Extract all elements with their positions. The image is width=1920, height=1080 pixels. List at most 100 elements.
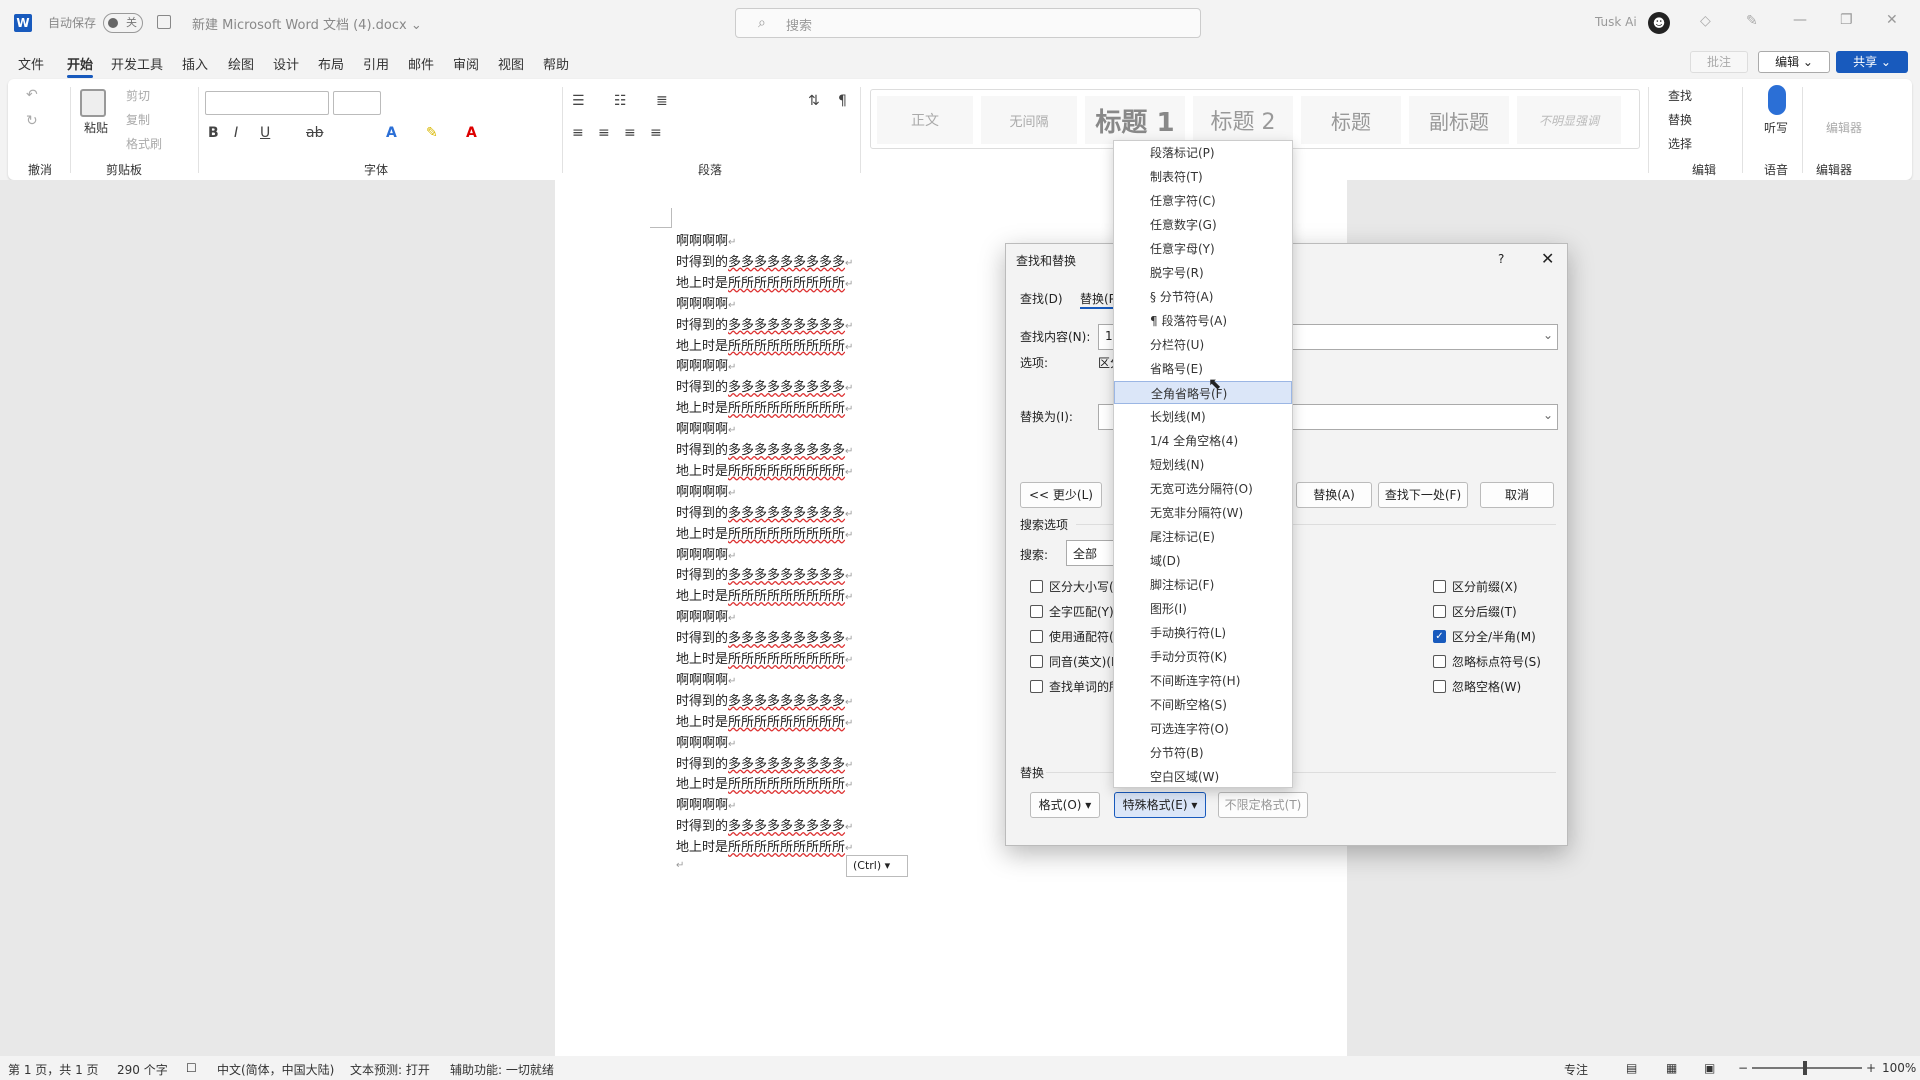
style-subtle-emphasis[interactable]: 不明显强调: [1517, 96, 1621, 144]
style-title[interactable]: 标题: [1301, 96, 1401, 144]
align-right-icon[interactable]: ≡: [624, 125, 636, 141]
highlight-icon[interactable]: ✎: [426, 125, 438, 141]
document-line[interactable]: 时得到的多多多多多多多多多↵: [676, 815, 853, 834]
tab-view[interactable]: 视图: [498, 54, 524, 73]
special-menu-item[interactable]: 手动分页符(K): [1114, 645, 1292, 668]
zoom-level[interactable]: 100%: [1882, 1061, 1916, 1075]
document-line[interactable]: 时得到的多多多多多多多多多↵: [676, 376, 853, 395]
proofing-icon[interactable]: ☐: [186, 1061, 197, 1075]
document-line[interactable]: 啊啊啊啊↵: [676, 481, 736, 500]
dictate-label[interactable]: 听写: [1764, 119, 1788, 136]
option-checkbox[interactable]: 使用通配符(: [1030, 628, 1114, 645]
document-line[interactable]: 时得到的多多多多多多多多多↵: [676, 502, 853, 521]
dialog-help-button[interactable]: ?: [1498, 252, 1504, 266]
focus-button[interactable]: 专注: [1564, 1061, 1588, 1078]
special-menu-item[interactable]: 制表符(T): [1114, 165, 1292, 188]
document-line[interactable]: 地上时是所所所所所所所所所↵: [676, 836, 853, 855]
option-checkbox[interactable]: 忽略标点符号(S): [1433, 653, 1541, 670]
undo-icon[interactable]: ↶: [26, 87, 38, 103]
special-menu-item[interactable]: 任意数字(G): [1114, 213, 1292, 236]
empty-paragraph[interactable]: ↵: [676, 857, 684, 872]
special-menu-item[interactable]: 分节符(B): [1114, 741, 1292, 764]
special-format-button[interactable]: 特殊格式(E) ▾: [1114, 792, 1206, 818]
document-line[interactable]: 时得到的多多多多多多多多多↵: [676, 564, 853, 583]
italic-icon[interactable]: I: [234, 125, 238, 141]
font-size-combo[interactable]: [333, 91, 381, 115]
option-checkbox[interactable]: 全字匹配(Y): [1030, 603, 1114, 620]
tab-layout[interactable]: 布局: [318, 54, 344, 73]
style-subtitle[interactable]: 副标题: [1409, 96, 1509, 144]
replace-all-button[interactable]: 替换(A): [1296, 482, 1372, 508]
tab-developer[interactable]: 开发工具: [111, 54, 163, 73]
special-menu-item[interactable]: 不间断连字符(H): [1114, 669, 1292, 692]
close-window-icon[interactable]: ✕: [1886, 12, 1898, 28]
font-name-combo[interactable]: [205, 91, 329, 115]
search-input[interactable]: ⌕ 搜索: [735, 8, 1201, 38]
language-status[interactable]: 中文(简体，中国大陆): [217, 1061, 334, 1078]
diamond-icon[interactable]: ◇: [1700, 13, 1711, 29]
save-icon[interactable]: [157, 15, 171, 29]
sort-icon[interactable]: ⇅: [808, 93, 820, 109]
document-line[interactable]: 啊啊啊啊↵: [676, 230, 736, 249]
chevron-down-icon[interactable]: ⌄: [1543, 408, 1553, 422]
tab-find[interactable]: 查找(D): [1020, 290, 1063, 307]
document-line[interactable]: 地上时是所所所所所所所所所↵: [676, 648, 853, 667]
document-line[interactable]: 地上时是所所所所所所所所所↵: [676, 585, 853, 604]
text-prediction-status[interactable]: 文本预测: 打开: [350, 1061, 430, 1078]
option-checkbox[interactable]: 区分后缀(T): [1433, 603, 1517, 620]
align-center-icon[interactable]: ≡: [598, 125, 610, 141]
special-menu-item[interactable]: 长划线(M): [1114, 405, 1292, 428]
tab-insert[interactable]: 插入: [182, 54, 208, 73]
dialog-close-button[interactable]: ✕: [1541, 249, 1554, 268]
style-normal[interactable]: 正文: [877, 96, 973, 144]
special-menu-item[interactable]: § 分节符(A): [1114, 285, 1292, 308]
show-marks-icon[interactable]: ¶: [838, 93, 847, 109]
pen-icon[interactable]: ✎: [1746, 13, 1758, 29]
minimize-icon[interactable]: —: [1793, 12, 1807, 28]
special-menu-item[interactable]: 全角省略号(F): [1114, 381, 1292, 404]
share-button[interactable]: 共享 ⌄: [1836, 51, 1908, 73]
zoom-slider-thumb[interactable]: [1803, 1061, 1807, 1075]
document-line[interactable]: 地上时是所所所所所所所所所↵: [676, 335, 853, 354]
special-menu-item[interactable]: 不间断空格(S): [1114, 693, 1292, 716]
tab-home[interactable]: 开始: [67, 54, 94, 78]
document-line[interactable]: 地上时是所所所所所所所所所↵: [676, 523, 853, 542]
document-line[interactable]: 地上时是所所所所所所所所所↵: [676, 773, 853, 792]
underline-icon[interactable]: U: [260, 125, 270, 141]
document-line[interactable]: 地上时是所所所所所所所所所↵: [676, 397, 853, 416]
replace-button[interactable]: 替换: [1668, 111, 1692, 128]
word-count[interactable]: 290 个字: [117, 1061, 168, 1078]
paste-icon[interactable]: [80, 89, 106, 117]
option-checkbox[interactable]: ✓ 区分全/半角(M): [1433, 628, 1536, 645]
document-line[interactable]: 啊啊啊啊↵: [676, 544, 736, 563]
special-menu-item[interactable]: 1/4 全角空格(4): [1114, 429, 1292, 452]
document-line[interactable]: 时得到的多多多多多多多多多↵: [676, 690, 853, 709]
tab-draw[interactable]: 绘图: [228, 54, 254, 73]
style-heading1[interactable]: 标题 1: [1085, 96, 1185, 144]
chevron-down-icon[interactable]: ⌄: [1543, 328, 1553, 342]
zoom-in-icon[interactable]: +: [1866, 1061, 1876, 1075]
multilevel-list-icon[interactable]: ≣: [656, 93, 668, 109]
special-menu-item[interactable]: 无宽可选分隔符(O): [1114, 477, 1292, 500]
accessibility-status[interactable]: 辅助功能: 一切就绪: [450, 1061, 554, 1078]
special-menu-item[interactable]: 段落标记(P): [1114, 141, 1292, 164]
document-title[interactable]: 新建 Microsoft Word 文档 (4).docx ⌄: [192, 14, 422, 33]
zoom-out-icon[interactable]: −: [1738, 1061, 1748, 1075]
justify-icon[interactable]: ≡: [650, 125, 662, 141]
document-line[interactable]: 时得到的多多多多多多多多多↵: [676, 627, 853, 646]
less-button[interactable]: << 更少(L): [1020, 482, 1102, 508]
bullets-icon[interactable]: ☰: [572, 93, 585, 109]
bold-icon[interactable]: B: [208, 125, 219, 141]
special-menu-item[interactable]: 省略号(E): [1114, 357, 1292, 380]
document-line[interactable]: 时得到的多多多多多多多多多↵: [676, 439, 853, 458]
special-menu-item[interactable]: 手动换行符(L): [1114, 621, 1292, 644]
find-next-button[interactable]: 查找下一处(F): [1378, 482, 1468, 508]
no-formatting-button[interactable]: 不限定格式(T): [1218, 792, 1308, 818]
format-button[interactable]: 格式(O) ▾: [1030, 792, 1100, 818]
user-name[interactable]: Tusk Ai: [1595, 15, 1637, 29]
cut-button[interactable]: 剪切: [126, 87, 150, 104]
special-menu-item[interactable]: 尾注标记(E): [1114, 525, 1292, 548]
select-button[interactable]: 选择: [1668, 135, 1692, 152]
tab-file[interactable]: 文件: [18, 54, 44, 73]
document-line[interactable]: 啊啊啊啊↵: [676, 355, 736, 374]
